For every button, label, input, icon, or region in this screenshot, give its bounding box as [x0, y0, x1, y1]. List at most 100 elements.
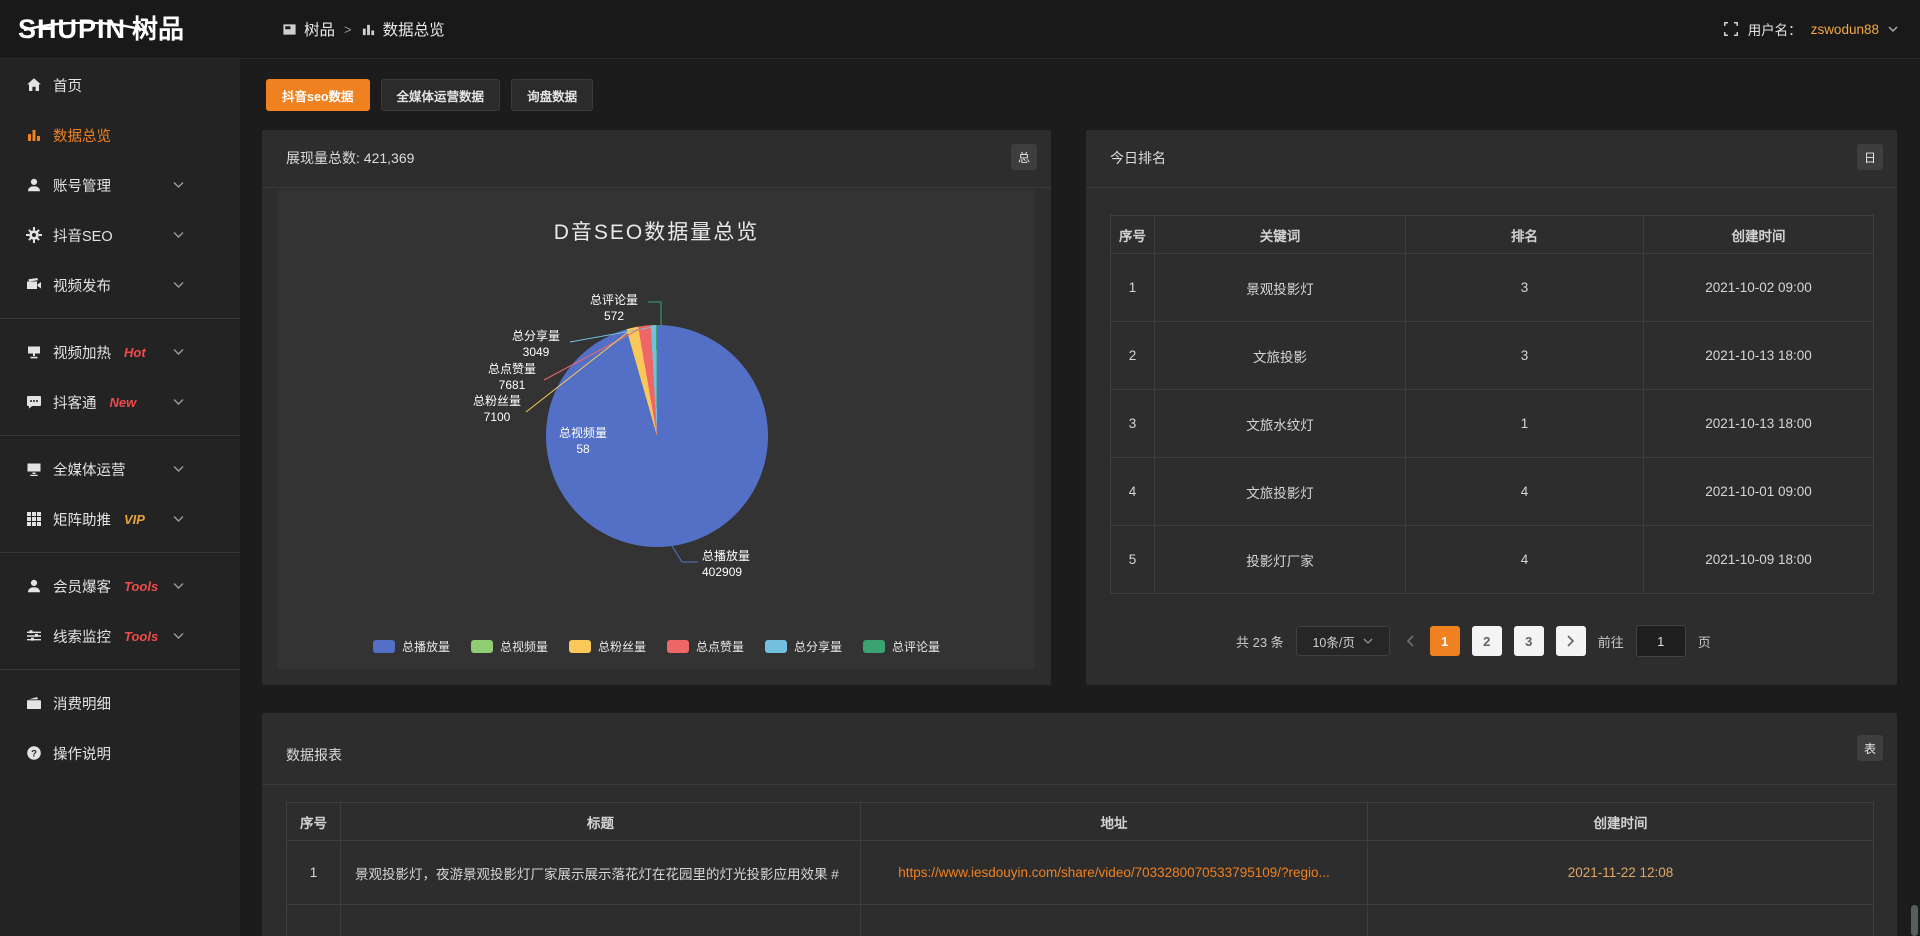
table-header-row: 序号 关键词 排名 创建时间: [1111, 216, 1874, 254]
chevron-down-icon: [1363, 638, 1373, 644]
pie-chart: D音SEO数据量总览 总评论量 572 总分享量 3049 总点赞量 7681: [278, 190, 1035, 669]
page-button-3[interactable]: 3: [1514, 626, 1544, 656]
new-badge: New: [110, 395, 137, 410]
sidebar-item-data-overview[interactable]: 数据总览: [0, 110, 240, 160]
divider: [1086, 187, 1897, 188]
legend-item[interactable]: 总粉丝量: [569, 638, 646, 655]
sidebar-item-label: 视频发布: [53, 275, 111, 296]
table-view-button[interactable]: 表: [1857, 735, 1883, 761]
pagination: 共 23 条 10条/页 1 2 3 前往 页: [1236, 625, 1711, 657]
dashboard-screen: SHUPIN 树品 树品 > 数据总览 用户名： zswodun88: [0, 0, 1920, 936]
panel-title: 今日排名: [1110, 148, 1166, 168]
sidebar-item-video-heat[interactable]: 视频加热 Hot: [0, 327, 240, 377]
column-header: 创建时间: [1368, 803, 1874, 841]
table-row: 1 景观投影灯，夜游景观投影灯厂家展示展示落花灯在花园里的灯光投影应用效果 # …: [287, 841, 1874, 905]
sidebar-item-instructions[interactable]: ? 操作说明: [0, 728, 240, 778]
tab-inquiry-data[interactable]: 询盘数据: [511, 79, 593, 111]
pie-label-plays: 总播放量 402909: [702, 548, 750, 580]
tab-omni-media-data[interactable]: 全媒体运营数据: [381, 79, 501, 111]
chevron-down-icon[interactable]: [1888, 26, 1898, 33]
chevron-down-icon: [173, 232, 184, 239]
day-view-button[interactable]: 日: [1857, 144, 1883, 170]
next-page-button[interactable]: [1556, 626, 1586, 656]
legend-item[interactable]: 总评论量: [863, 638, 940, 655]
video-camera-icon: [25, 277, 42, 294]
page-button-2[interactable]: 2: [1472, 626, 1502, 656]
goto-page-input[interactable]: [1636, 625, 1686, 657]
video-link[interactable]: https://www.iesdouyin.com/share/video/70…: [861, 841, 1368, 905]
tab-douyin-seo-data[interactable]: 抖音seo数据: [266, 79, 370, 111]
sidebar-item-label: 抖客通: [53, 392, 97, 413]
prev-page-button[interactable]: [1402, 635, 1418, 647]
chevron-down-icon: [173, 633, 184, 640]
ranking-table: 序号 关键词 排名 创建时间 1 景观投影灯 3 2021-10-02 09:0…: [1110, 215, 1874, 594]
top-header: SHUPIN 树品 树品 > 数据总览 用户名： zswodun88: [0, 0, 1920, 59]
table-row: 3 文旅水纹灯 1 2021-10-13 18:00: [1111, 390, 1874, 458]
breadcrumb-root[interactable]: 树品: [304, 18, 335, 40]
scrollbar-thumb[interactable]: [1911, 905, 1918, 936]
wallet-icon: [25, 695, 42, 712]
chevron-down-icon: [173, 182, 184, 189]
page-button-1[interactable]: 1: [1430, 626, 1460, 656]
legend-swatch: [373, 640, 395, 653]
sidebar-item-label: 全媒体运营: [53, 459, 126, 480]
sidebar-item-consumption[interactable]: 消费明细: [0, 678, 240, 728]
table-header-row: 序号 标题 地址 创建时间: [287, 803, 1874, 841]
legend-item[interactable]: 总视频量: [471, 638, 548, 655]
svg-text:?: ?: [31, 748, 37, 759]
chart-legend: 总播放量 总视频量 总粉丝量 总点赞量 总分享量 总评论量: [278, 638, 1035, 655]
chevron-down-icon: [173, 349, 184, 356]
sidebar-item-account[interactable]: 账号管理: [0, 160, 240, 210]
legend-swatch: [471, 640, 493, 653]
monitor-icon: [25, 461, 42, 478]
column-header: 创建时间: [1644, 216, 1874, 254]
sidebar-item-member-burst[interactable]: 会员爆客 Tools: [0, 561, 240, 611]
table-row: 2 文旅投影 3 2021-10-13 18:00: [1111, 322, 1874, 390]
legend-item[interactable]: 总分享量: [765, 638, 842, 655]
hot-badge: Hot: [124, 345, 146, 360]
chat-bubble-icon: [25, 394, 42, 411]
fullscreen-icon[interactable]: [1723, 21, 1739, 37]
pie-callout-lines: [278, 190, 1035, 669]
data-source-tabs: 抖音seo数据 全媒体运营数据 询盘数据: [266, 79, 593, 111]
page-size-select[interactable]: 10条/页: [1296, 626, 1390, 656]
created-time-cell: 2021-11-22 12:08: [1368, 841, 1874, 905]
goto-suffix: 页: [1698, 632, 1711, 651]
page-icon: [282, 22, 297, 37]
legend-item[interactable]: 总播放量: [373, 638, 450, 655]
table-row: [287, 905, 1874, 936]
sidebar-item-label: 数据总览: [53, 125, 111, 146]
total-view-button[interactable]: 总: [1011, 144, 1037, 170]
column-header: 地址: [861, 803, 1368, 841]
bar-chart-icon: [361, 22, 376, 37]
legend-item[interactable]: 总点赞量: [667, 638, 744, 655]
sidebar-item-video-publish[interactable]: 视频发布: [0, 260, 240, 310]
divider: [262, 784, 1897, 785]
chevron-down-icon: [173, 282, 184, 289]
home-icon: [25, 77, 42, 94]
sidebar-item-home[interactable]: 首页: [0, 60, 240, 110]
username[interactable]: zswodun88: [1811, 22, 1879, 37]
sidebar-item-matrix-boost[interactable]: 矩阵助推 VIP: [0, 494, 240, 544]
tools-badge: Tools: [124, 629, 158, 644]
column-header: 排名: [1406, 216, 1644, 254]
pie-label-shares: 总分享量 3049: [512, 328, 560, 360]
sidebar-item-label: 矩阵助推: [53, 509, 111, 530]
sidebar: 首页 数据总览 账号管理 抖音SEO 视频发布 视频加热 Hot: [0, 58, 240, 936]
sidebar-item-doketong[interactable]: 抖客通 New: [0, 377, 240, 427]
tools-badge: Tools: [124, 579, 158, 594]
legend-swatch: [569, 640, 591, 653]
sidebar-item-douyin-seo[interactable]: 抖音SEO: [0, 210, 240, 260]
data-report-panel: 数据报表 表 序号 标题 地址 创建时间 1 景观投影灯，夜游景观投影灯厂家展示…: [262, 713, 1897, 936]
pagination-total: 共 23 条: [1236, 632, 1284, 651]
sidebar-item-label: 操作说明: [53, 743, 111, 764]
sidebar-item-label: 会员爆客: [53, 576, 111, 597]
bar-chart-icon: [25, 127, 42, 144]
sidebar-item-label: 视频加热: [53, 342, 111, 363]
screen-icon: [25, 344, 42, 361]
sidebar-item-lead-monitor[interactable]: 线索监控 Tools: [0, 611, 240, 661]
panel-title: 数据报表: [286, 745, 342, 765]
sidebar-item-omni-media[interactable]: 全媒体运营: [0, 444, 240, 494]
today-ranking-panel: 今日排名 日 序号 关键词 排名 创建时间 1 景观投影灯 3 2021-10-…: [1086, 130, 1897, 685]
column-header: 序号: [1111, 216, 1155, 254]
